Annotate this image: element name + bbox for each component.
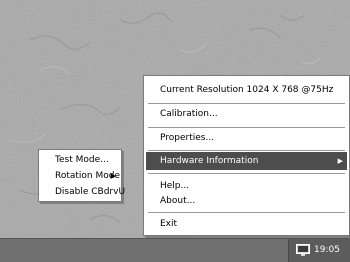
- menu-item-current-resolution[interactable]: Current Resolution 1024 X 768 @75Hz: [146, 81, 347, 99]
- menu-item-exit[interactable]: Exit: [146, 215, 347, 233]
- submenu-item-test-mode[interactable]: Test Mode...: [41, 152, 119, 168]
- menu-separator: [148, 173, 345, 174]
- menu-item-about[interactable]: About...: [146, 192, 347, 210]
- menu-separator: [148, 212, 345, 213]
- menu-separator: [148, 103, 345, 104]
- menu-item-calibration[interactable]: Calibration...: [146, 105, 347, 123]
- clock[interactable]: 19:05: [314, 239, 340, 262]
- menu-separator: [148, 150, 345, 151]
- submenu-arrow-icon: ▶: [110, 172, 116, 180]
- menu-item-properties[interactable]: Properties...: [146, 129, 347, 147]
- system-tray: 19:05: [288, 239, 350, 262]
- submenu-item-disable-cbdrvu[interactable]: Disable CBdrvU: [41, 184, 125, 200]
- menu-item-label: Hardware Information: [160, 156, 259, 166]
- menu-separator: [148, 127, 345, 128]
- desktop: Current Resolution 1024 X 768 @75Hz Cali…: [0, 0, 350, 262]
- menu-item-hardware-information[interactable]: Hardware Information ▶: [146, 152, 347, 170]
- submenu-arrow-icon: ▶: [337, 157, 343, 165]
- taskbar: 19:05: [0, 238, 350, 262]
- monitor-tray-icon[interactable]: [296, 244, 310, 256]
- context-menu: Current Resolution 1024 X 768 @75Hz Cali…: [143, 75, 350, 236]
- hardware-information-submenu: Test Mode... Rotation Mode ▶ Disable CBd…: [38, 149, 125, 202]
- submenu-item-rotation-mode[interactable]: Rotation Mode ▶: [41, 168, 120, 184]
